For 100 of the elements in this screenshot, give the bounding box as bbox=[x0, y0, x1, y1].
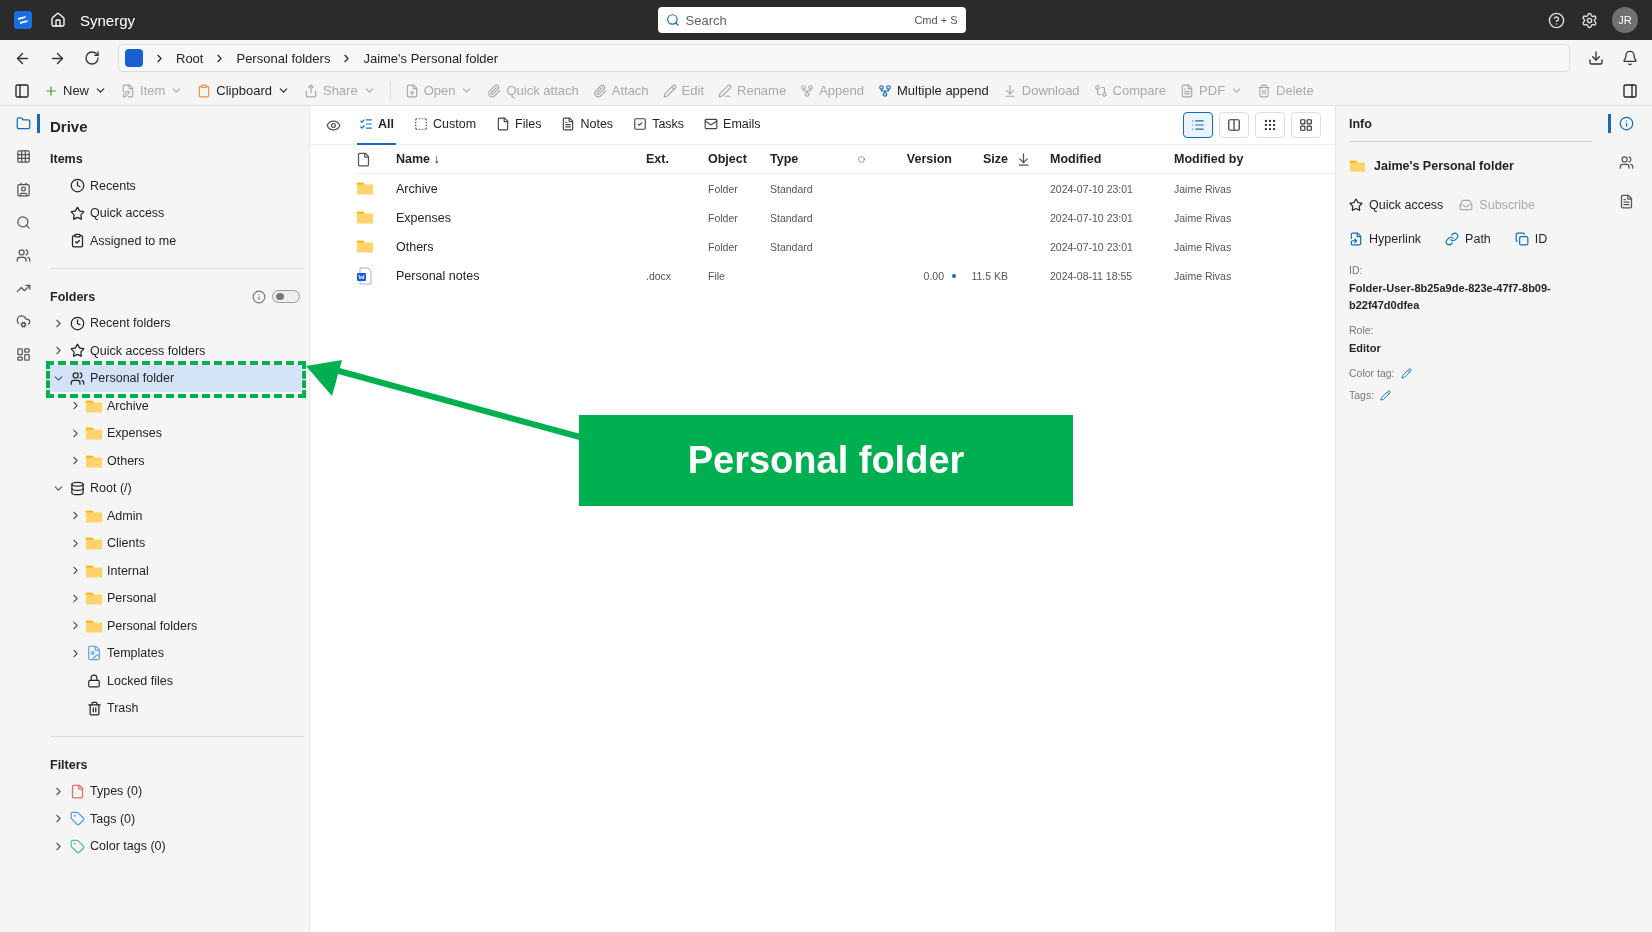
view-tab[interactable]: Emails bbox=[702, 105, 763, 145]
clipboard-check-icon bbox=[69, 233, 85, 249]
tree-item[interactable]: Internal bbox=[67, 557, 301, 585]
toolbar-button[interactable]: Multiple append bbox=[878, 83, 989, 98]
column-header[interactable]: Type bbox=[770, 152, 799, 166]
panel-tab[interactable] bbox=[1608, 114, 1636, 133]
pencil-icon bbox=[662, 83, 677, 98]
search-field[interactable]: Search Cmd + S bbox=[657, 7, 966, 33]
eye-icon[interactable] bbox=[326, 117, 341, 133]
toolbar-button[interactable]: Clipboard bbox=[197, 83, 290, 98]
tag-icon bbox=[69, 838, 85, 854]
breadcrumb-link[interactable]: Root bbox=[176, 50, 204, 66]
clipboard-icon bbox=[197, 83, 212, 98]
nav-item[interactable]: Recents bbox=[50, 172, 301, 200]
edit-icon[interactable] bbox=[1380, 389, 1392, 401]
column-header[interactable]: Size bbox=[983, 152, 1008, 166]
table-cell: File bbox=[708, 269, 725, 282]
table-cell: 2024-07-10 23:01 bbox=[1050, 182, 1133, 195]
toolbar-button[interactable]: New bbox=[44, 83, 107, 98]
tree-item[interactable]: Personal folders bbox=[67, 612, 301, 640]
download-icon[interactable] bbox=[1588, 50, 1604, 66]
filter-item[interactable]: Color tags (0) bbox=[50, 832, 301, 860]
column-header[interactable]: Ext. bbox=[646, 152, 669, 166]
settings-icon[interactable] bbox=[1581, 11, 1598, 29]
info-icon[interactable] bbox=[252, 289, 266, 304]
view-tab[interactable]: Files bbox=[494, 105, 544, 145]
item-name[interactable]: Expenses bbox=[396, 210, 451, 225]
tree-item[interactable]: Recent folders bbox=[50, 309, 301, 337]
folder-icon bbox=[356, 181, 374, 196]
table-cell: Jaime Rivas bbox=[1174, 211, 1232, 224]
column-header[interactable]: Modified bbox=[1050, 152, 1102, 166]
tree-item[interactable]: Locked files bbox=[67, 667, 301, 695]
link-button[interactable]: Hyperlink bbox=[1349, 232, 1422, 246]
edit-icon[interactable] bbox=[1400, 367, 1412, 379]
bell-icon[interactable] bbox=[1622, 50, 1638, 66]
download-icon[interactable] bbox=[1016, 151, 1031, 167]
refresh-icon[interactable] bbox=[84, 50, 100, 66]
mail-icon bbox=[704, 117, 719, 131]
breadcrumb-link[interactable]: Personal folders bbox=[236, 50, 331, 66]
shortcut-hint: Cmd + S bbox=[914, 14, 958, 26]
panel-right-icon[interactable] bbox=[1622, 82, 1638, 99]
section-heading: Filters bbox=[50, 756, 89, 774]
tree-item[interactable]: Templates bbox=[67, 639, 301, 667]
tree-item[interactable]: Others bbox=[67, 447, 301, 475]
view-mode-button[interactable] bbox=[1183, 112, 1213, 138]
table-cell: Jaime Rivas bbox=[1174, 240, 1232, 253]
tree-item[interactable]: Clients bbox=[67, 529, 301, 557]
tree-item[interactable]: Quick access folders bbox=[50, 337, 301, 365]
file-link-icon bbox=[1349, 232, 1363, 246]
column-header[interactable]: Object bbox=[708, 152, 747, 166]
link-button[interactable]: ID bbox=[1514, 232, 1548, 246]
branch-icon bbox=[800, 83, 815, 98]
app-logo bbox=[14, 11, 32, 29]
home-icon[interactable] bbox=[50, 12, 66, 28]
nav-item[interactable]: Quick access bbox=[50, 199, 301, 227]
toggle-switch[interactable] bbox=[272, 290, 300, 303]
callout-label: Personal folder bbox=[579, 415, 1073, 506]
view-tab[interactable]: Tasks bbox=[631, 105, 687, 145]
star-icon bbox=[69, 343, 85, 359]
share-icon bbox=[303, 83, 318, 98]
trash-icon bbox=[1257, 83, 1272, 98]
column-header[interactable]: Version bbox=[906, 152, 952, 166]
filter-item[interactable]: Types (0) bbox=[50, 777, 301, 805]
column-header[interactable]: Name ↓ bbox=[396, 152, 440, 166]
checkbox-icon bbox=[633, 117, 648, 131]
view-tab[interactable]: Custom bbox=[412, 105, 479, 145]
table-cell: Standard bbox=[770, 211, 813, 224]
table-cell: 0.00 bbox=[923, 269, 944, 282]
action-button[interactable]: Quick access bbox=[1349, 198, 1444, 212]
nav-item[interactable]: Assigned to me bbox=[50, 227, 301, 255]
breadcrumb-link[interactable]: Jaime's Personal folder bbox=[363, 50, 499, 66]
item-name[interactable]: Others bbox=[396, 239, 434, 254]
tree-item[interactable]: Archive bbox=[67, 392, 301, 420]
template-icon bbox=[86, 645, 102, 662]
link-button[interactable]: Path bbox=[1445, 232, 1491, 246]
panel-left-icon[interactable] bbox=[14, 82, 30, 99]
file-edit-icon bbox=[121, 83, 135, 98]
star-icon bbox=[69, 205, 85, 221]
column-header[interactable]: Modified by bbox=[1174, 152, 1244, 166]
table-cell: 2024-07-10 23:01 bbox=[1050, 211, 1133, 224]
item-name[interactable]: Personal notes bbox=[396, 268, 480, 283]
view-tab[interactable]: All bbox=[357, 105, 396, 145]
tree-item[interactable]: Admin bbox=[67, 502, 301, 530]
field-value: Folder-User-8b25a9de-823e-47f7-8b09-b22f47d0dfea bbox=[1349, 281, 1552, 313]
lock-icon bbox=[87, 673, 101, 688]
item-name[interactable]: Archive bbox=[396, 181, 438, 196]
section-title: Drive bbox=[50, 116, 89, 137]
help-icon[interactable] bbox=[1548, 11, 1565, 29]
avatar[interactable]: JR bbox=[1612, 7, 1638, 33]
field-label: ID: bbox=[1349, 264, 1363, 276]
view-tab[interactable]: Notes bbox=[559, 105, 616, 145]
tree-item[interactable]: Trash bbox=[67, 694, 301, 722]
tree-item[interactable]: Root (/) bbox=[50, 474, 301, 502]
filter-item[interactable]: Tags (0) bbox=[50, 805, 301, 833]
tree-item[interactable]: Expenses bbox=[67, 419, 301, 447]
field-label: Role: bbox=[1349, 324, 1374, 336]
tree-item[interactable]: Personal bbox=[67, 584, 301, 612]
tree-item[interactable]: Personal folder bbox=[50, 364, 301, 392]
tiles-view-icon bbox=[1299, 118, 1313, 132]
file-icon[interactable] bbox=[356, 151, 371, 167]
